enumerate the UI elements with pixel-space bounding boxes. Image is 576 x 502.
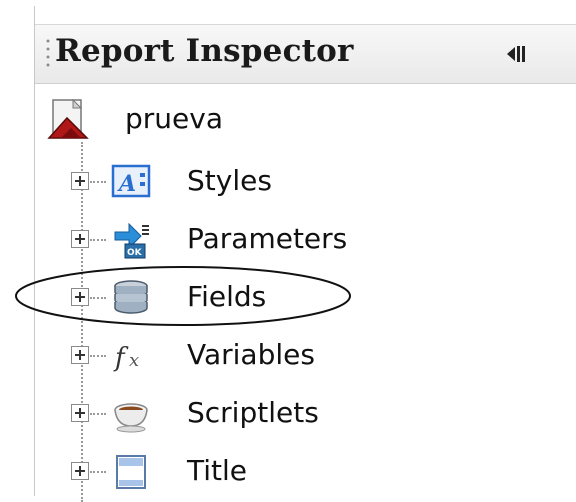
tree-connector [90, 355, 106, 357]
title-band-icon [116, 455, 146, 489]
svg-text:f: f [113, 343, 129, 373]
tree-item-parameters[interactable]: OK Parameters [35, 212, 576, 268]
report-inspector-panel: Report Inspector prueva A Styles OK Para… [34, 6, 576, 502]
tree-item-label: Title [187, 454, 248, 487]
tree-item-styles[interactable]: A Styles [35, 154, 576, 210]
report-document-icon [47, 98, 89, 139]
expand-toggle[interactable] [71, 462, 89, 480]
tree-connector [90, 471, 106, 473]
tree-item-label: Parameters [187, 222, 348, 255]
tree-root-label: prueva [125, 102, 223, 135]
expand-toggle[interactable] [71, 404, 89, 422]
styles-icon: A [111, 164, 151, 198]
tree-item-variables[interactable]: f x Variables [35, 328, 576, 384]
expand-toggle[interactable] [71, 346, 89, 364]
svg-text:OK: OK [127, 248, 143, 258]
report-tree: prueva A Styles OK Parameters Fields f x… [35, 6, 576, 502]
tree-item-label: Scriptlets [187, 396, 319, 429]
coffee-cup-icon [114, 403, 148, 433]
tree-item-label: Styles [187, 164, 272, 197]
svg-text:x: x [129, 350, 139, 371]
tree-connector [90, 413, 106, 415]
svg-text:A: A [117, 171, 136, 197]
parameters-icon: OK [114, 222, 149, 259]
tree-item-title[interactable]: Title [35, 444, 576, 500]
tree-root-prueva[interactable]: prueva [35, 92, 576, 148]
fx-variables-icon: f x [113, 343, 139, 373]
expand-toggle[interactable] [71, 172, 89, 190]
tree-connector [90, 239, 106, 241]
tree-connector [90, 181, 106, 183]
tree-item-scriptlets[interactable]: Scriptlets [35, 386, 576, 442]
expand-toggle[interactable] [71, 230, 89, 248]
tree-item-label: Variables [187, 338, 315, 371]
highlight-ellipse-annotation [15, 266, 351, 326]
